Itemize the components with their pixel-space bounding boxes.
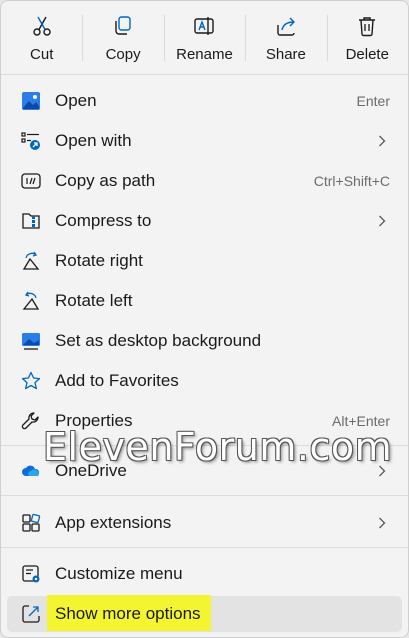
- menu-item-properties[interactable]: Properties Alt+Enter: [7, 403, 402, 439]
- copy-label: Copy: [105, 46, 141, 63]
- menu-item-label: Open with: [55, 131, 132, 150]
- delete-button[interactable]: Delete: [326, 1, 408, 73]
- menu-item-label: Copy as path: [55, 171, 156, 190]
- menu-item-label: Customize menu: [55, 564, 183, 583]
- copy-button[interactable]: Copy: [82, 1, 163, 73]
- menu-item-copy-as-path[interactable]: Copy as path Ctrl+Shift+C: [7, 163, 402, 199]
- cut-label: Cut: [30, 46, 54, 63]
- show-more-icon: [22, 605, 40, 623]
- chevron-right-icon: [379, 135, 386, 147]
- copy-path-icon: [21, 173, 41, 189]
- open-with-icon: [21, 132, 40, 150]
- shortcut-text: Alt+Enter: [332, 413, 390, 429]
- chevron-right-icon: [379, 517, 386, 529]
- context-menu: Cut Copy Rename Share Delete Open Enter …: [0, 0, 409, 638]
- cut-button[interactable]: Cut: [1, 1, 82, 73]
- zip-icon: [22, 213, 40, 229]
- menu-item-label: Rotate left: [55, 291, 133, 310]
- rename-icon: [194, 17, 215, 35]
- divider: [1, 495, 408, 496]
- wrench-icon: [21, 412, 39, 430]
- rename-button[interactable]: Rename: [163, 1, 245, 73]
- menu-item-compress-to[interactable]: Compress to: [7, 203, 402, 239]
- menu-item-label: Rotate right: [55, 251, 143, 270]
- menu-item-rotate-right[interactable]: Rotate right: [7, 243, 402, 279]
- scissors-icon: [32, 16, 51, 36]
- menu-item-set-desktop-background[interactable]: Set as desktop background: [7, 323, 402, 359]
- star-icon: [21, 371, 41, 390]
- chevron-right-icon: [379, 465, 386, 477]
- menu-item-label: Properties: [55, 411, 133, 430]
- divider: [1, 74, 408, 75]
- divider: [1, 445, 408, 446]
- menu-item-label: Set as desktop background: [55, 331, 262, 350]
- menu-item-open-with[interactable]: Open with: [7, 123, 402, 159]
- app-extensions-icon: [22, 513, 41, 532]
- menu-item-open[interactable]: Open Enter: [7, 83, 402, 119]
- copy-icon: [115, 16, 131, 35]
- menu-item-app-extensions[interactable]: App extensions: [7, 505, 402, 541]
- divider: [1, 547, 408, 548]
- onedrive-cloud-icon: [22, 465, 40, 476]
- action-bar: Cut Copy Rename Share Delete: [1, 1, 408, 73]
- menu-item-add-to-favorites[interactable]: Add to Favorites: [7, 363, 402, 399]
- menu-item-label: OneDrive: [55, 461, 127, 480]
- rename-label: Rename: [176, 46, 233, 63]
- chevron-right-icon: [379, 215, 386, 227]
- delete-label: Delete: [345, 46, 389, 63]
- rotate-right-icon: [22, 251, 40, 270]
- menu-item-label: Show more options: [55, 604, 201, 623]
- share-label: Share: [265, 46, 306, 63]
- shortcut-text: Enter: [356, 93, 390, 109]
- menu-item-customize-menu[interactable]: Customize menu: [7, 556, 402, 592]
- share-icon: [277, 17, 295, 36]
- trash-icon: [359, 17, 376, 37]
- menu-item-rotate-left[interactable]: Rotate left: [7, 283, 402, 319]
- shortcut-text: Ctrl+Shift+C: [313, 173, 390, 189]
- desktop-background-icon: [22, 333, 40, 350]
- menu-item-label: Add to Favorites: [55, 371, 179, 390]
- menu-item-label: App extensions: [55, 513, 172, 532]
- image-open-icon: [22, 92, 40, 110]
- menu-item-label: Open: [55, 91, 97, 110]
- menu-item-label: Compress to: [55, 211, 152, 230]
- share-button[interactable]: Share: [245, 1, 326, 73]
- customize-menu-icon: [22, 565, 40, 583]
- rotate-left-icon: [22, 291, 40, 310]
- menu-item-onedrive[interactable]: OneDrive: [7, 453, 402, 489]
